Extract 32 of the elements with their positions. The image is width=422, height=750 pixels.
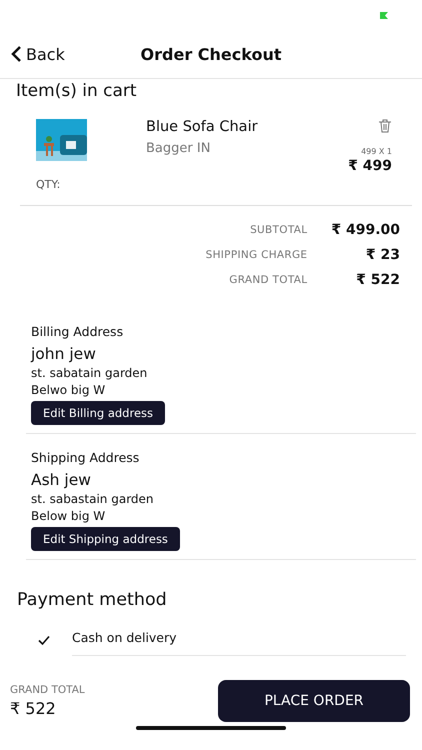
address-line: st. sabastain garden	[31, 492, 155, 506]
summary-value: ₹ 23	[366, 247, 400, 263]
summary-value: ₹ 522	[356, 272, 400, 288]
chevron-left-icon	[10, 45, 22, 63]
battery-icon	[380, 12, 388, 18]
section-heading: Payment method	[17, 590, 168, 610]
total-value: ₹ 522	[10, 699, 57, 718]
trash-icon[interactable]	[378, 119, 392, 133]
page-title: Order Checkout	[140, 44, 282, 64]
summary-label: SHIPPING CHARGE	[206, 249, 308, 261]
address-name: Ash jew	[31, 471, 92, 489]
address-heading: Billing Address	[31, 324, 124, 339]
seller-name: Bagger IN	[146, 141, 212, 156]
address-heading: Shipping Address	[31, 450, 140, 465]
summary-label: SUBTOTAL	[250, 224, 308, 236]
address-line: Belwo big W	[31, 383, 106, 397]
section-heading: Item(s) in cart	[16, 81, 137, 101]
payment-option[interactable]: Cash on delivery	[72, 624, 406, 656]
summary-label: GRAND TOTAL	[229, 274, 308, 286]
item-price: ₹ 499	[348, 158, 392, 174]
address-line: Below big W	[31, 509, 106, 523]
edit-address-button[interactable]: Edit Billing address	[31, 401, 166, 425]
quantity-label: QTY:	[36, 178, 62, 191]
address-line: st. sabatain garden	[31, 366, 148, 380]
back-button[interactable]: Back	[10, 44, 65, 64]
place-order-button[interactable]: PLACE ORDER	[218, 680, 410, 722]
address-name: john jew	[31, 345, 97, 363]
summary-value: ₹ 499.00	[331, 222, 400, 238]
total-label: GRAND TOTAL	[10, 684, 85, 696]
quantity-price: 499 X 1	[361, 147, 392, 156]
product-name: Blue Sofa Chair	[146, 119, 259, 135]
edit-address-button[interactable]: Edit Shipping address	[31, 527, 180, 551]
